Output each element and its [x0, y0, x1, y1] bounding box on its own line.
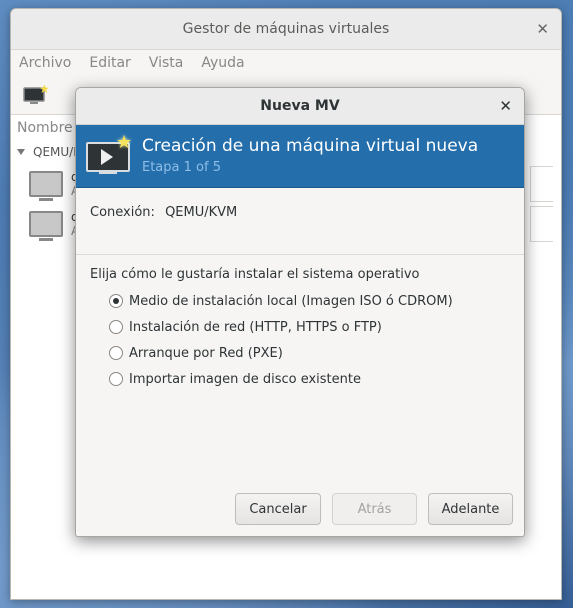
svg-text:★: ★: [39, 84, 49, 96]
option-label[interactable]: Medio de instalación local (Imagen ISO ó…: [129, 294, 453, 309]
option-pxe-boot[interactable]: Arranque por Red (PXE): [109, 340, 524, 366]
install-method-prompt: Elija cómo le gustaría instalar el siste…: [90, 267, 420, 282]
banner-step: Etapa 1 of 5: [142, 160, 221, 175]
connection-group-label: QEMU/K: [33, 145, 82, 159]
connection-value: QEMU/KVM: [165, 205, 238, 220]
menu-vista[interactable]: Vista: [149, 55, 184, 71]
option-local-media[interactable]: Medio de instalación local (Imagen ISO ó…: [109, 288, 524, 314]
radio-network-install[interactable]: [109, 320, 123, 334]
main-titlebar: Gestor de máquinas virtuales ✕: [11, 9, 561, 50]
radio-import-disk[interactable]: [109, 372, 123, 386]
new-vm-icon[interactable]: ★: [23, 82, 50, 106]
dialog-title: Nueva MV: [260, 98, 340, 114]
forward-button[interactable]: Adelante: [428, 493, 513, 525]
main-window-title: Gestor de máquinas virtuales: [182, 21, 390, 37]
dialog-banner: ★ Creación de una máquina virtual nueva …: [76, 125, 524, 188]
vm-cpu-graph: [530, 206, 553, 242]
back-button[interactable]: Atrás: [332, 493, 417, 525]
menu-archivo[interactable]: Archivo: [19, 55, 71, 71]
install-method-options: Medio de instalación local (Imagen ISO ó…: [76, 288, 524, 392]
menubar: Archivo Editar Vista Ayuda: [11, 50, 561, 76]
banner-title: Creación de una máquina virtual nueva: [142, 136, 479, 156]
close-icon[interactable]: ✕: [536, 20, 549, 38]
option-label[interactable]: Importar imagen de disco existente: [129, 372, 361, 387]
chevron-down-icon[interactable]: [17, 149, 25, 155]
connection-label: Conexión:: [90, 205, 155, 220]
radio-local-media[interactable]: [109, 294, 123, 308]
menu-ayuda[interactable]: Ayuda: [201, 55, 244, 71]
option-network-install[interactable]: Instalación de red (HTTP, HTTPS o FTP): [109, 314, 524, 340]
option-label[interactable]: Instalación de red (HTTP, HTTPS o FTP): [129, 320, 382, 335]
vm-monitor-icon: [29, 171, 63, 201]
dialog-titlebar: Nueva MV ✕: [76, 88, 524, 125]
new-vm-banner-icon: ★: [86, 134, 132, 174]
menu-editar[interactable]: Editar: [89, 55, 130, 71]
new-vm-dialog: Nueva MV ✕ ★ Creación de una máquina vir…: [75, 87, 525, 537]
vm-monitor-icon: [29, 211, 63, 241]
dialog-buttons: Cancelar Atrás Adelante: [224, 493, 513, 525]
option-import-disk[interactable]: Importar imagen de disco existente: [109, 366, 524, 392]
vm-cpu-graph: [530, 166, 553, 202]
cancel-button[interactable]: Cancelar: [235, 493, 321, 525]
radio-pxe-boot[interactable]: [109, 346, 123, 360]
option-label[interactable]: Arranque por Red (PXE): [129, 346, 283, 361]
connection-row: Conexión: QEMU/KVM: [76, 188, 524, 220]
close-icon[interactable]: ✕: [499, 97, 512, 115]
